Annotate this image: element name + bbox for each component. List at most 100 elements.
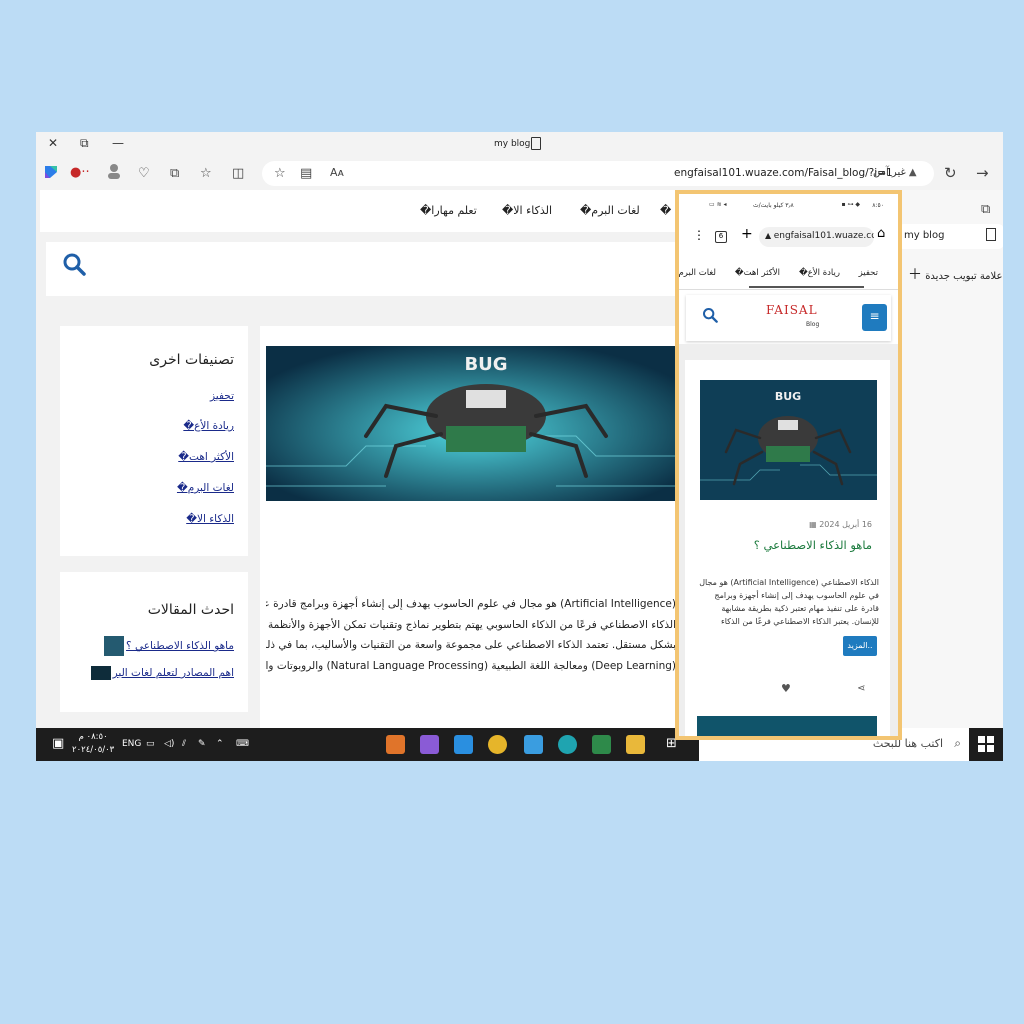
search-icon[interactable] — [62, 252, 86, 280]
recent-post-link[interactable]: اهم المصادر لتعلم لغات البر — [90, 666, 234, 680]
web-page: تعلم مهارا� الذكاء الا� لغات البرم� � تص… — [36, 190, 676, 730]
clock[interactable]: ٠٨:٥٠ م ٢٠٢٤/٠٥/٠٣ — [72, 731, 114, 757]
edge-icon[interactable] — [558, 735, 577, 754]
tab-my-blog[interactable]: my blog — [898, 224, 1003, 249]
phone-site-header: FAISAL Blog ≡ — [686, 295, 891, 341]
title-bar: ✕ ⧉ — my blog — [36, 132, 1003, 158]
main-article: BUG (Artificial Intelligence) هو مجال في… — [260, 326, 676, 730]
site-logo[interactable]: FAISAL — [766, 303, 818, 317]
heart-icon[interactable]: ♥ — [781, 682, 791, 695]
menu-icon[interactable]: ⋮ — [693, 228, 705, 242]
volume-icon[interactable]: ◁) — [164, 739, 174, 749]
tray-chevron-icon[interactable]: ⌃ — [216, 739, 224, 749]
start-icon[interactable] — [978, 736, 994, 756]
phone-image-bug-label: BUG — [775, 390, 801, 403]
plus-icon: ＋ — [908, 267, 922, 283]
category-link[interactable]: تحفيز — [210, 390, 234, 402]
article-body: (Artificial Intelligence) هو مجال في علو… — [266, 594, 676, 676]
nav-item-more[interactable]: � — [660, 204, 671, 217]
recent-post-link[interactable]: ماهو الذكاء الاصطناعي ؟ — [104, 636, 234, 656]
url-text[interactable]: engfaisal101.wuaze.com/Faisal_blog/?i=1 — [674, 167, 893, 179]
phone-url-bar: ⋮ 6 + ▲ engfaisal101.wuaze.com ⌂ — [679, 224, 898, 250]
article-line: بشكل مستقل. تعتمد الذكاء الاصطناعي على م… — [266, 639, 676, 651]
post-thumbnail — [104, 636, 125, 656]
browser-essentials-icon[interactable]: ♡ — [138, 166, 150, 181]
window-title: my blog — [494, 139, 531, 149]
search-icon[interactable] — [702, 307, 718, 327]
recent-posts-widget: احدث المقالات ماهو الذكاء الاصطناعي ؟ اه… — [60, 572, 248, 712]
phone-nav-item[interactable]: ريادة الأع� — [799, 268, 840, 278]
forward-icon[interactable]: → — [976, 164, 989, 182]
phone-address[interactable]: ▲ engfaisal101.wuaze.com — [759, 227, 874, 247]
post-date: 16 أبريل 2024 ▦ — [809, 520, 872, 529]
share-icon[interactable]: ⋖ — [857, 683, 865, 694]
pen-icon[interactable]: ✎ — [198, 739, 206, 749]
favorites-icon[interactable]: ☆ — [200, 166, 212, 181]
post-image[interactable]: BUG — [700, 380, 877, 500]
close-button[interactable]: ✕ — [48, 136, 58, 150]
copilot-icon[interactable] — [42, 163, 60, 185]
visual-studio-icon[interactable] — [420, 735, 439, 754]
collections-icon[interactable]: ⧉ — [170, 166, 179, 181]
status-icons: ▪ ⊶ ◆ — [841, 201, 861, 208]
plus-icon[interactable]: + — [741, 226, 753, 242]
phone-nav: تحفيز ريادة الأع� الأكثر اهت� لغات البرم… — [679, 256, 898, 290]
battery-icon[interactable]: ▭ — [146, 739, 155, 749]
categories-widget: تصنيفات اخرى تحفيز ريادة الأع� الأكثر اه… — [60, 326, 248, 556]
nav-item-ai[interactable]: الذكاء الا� — [502, 204, 552, 217]
category-link[interactable]: الذكاء الا� — [186, 513, 234, 525]
home-icon[interactable]: ⌂ — [877, 226, 885, 241]
phone-nav-item[interactable]: لغات البرم� — [679, 268, 716, 278]
address-bar[interactable]: ☆ ▤ Aᴀ engfaisal101.wuaze.com/Faisal_blo… — [262, 161, 934, 186]
xampp-icon[interactable] — [386, 735, 405, 754]
read-aloud-icon[interactable]: Aᴀ — [330, 166, 344, 179]
language-indicator[interactable]: ENG — [122, 739, 141, 749]
category-link[interactable]: الأكثر اهت� — [178, 451, 234, 463]
keyboard-icon[interactable]: ⌨ — [236, 739, 249, 749]
hamburger-menu-button[interactable]: ≡ — [862, 304, 887, 331]
phone-status-bar: ٨:٥٠ ٣٫٨ كيلو بايت/ث ▭ ≋ ◂ ▪ ⊶ ◆ — [679, 194, 898, 216]
extensions-icon[interactable]: ●·· — [70, 165, 90, 180]
browser-toolbar: ●·· ♡ ⧉ ☆ ◫ ☆ ▤ Aᴀ engfaisal101.wuaze.co… — [36, 158, 1003, 190]
file-explorer-icon[interactable] — [626, 735, 645, 754]
warning-icon: ▲ — [765, 231, 774, 240]
new-tab-button[interactable]: علامة تبويب جديدة ＋ — [908, 264, 1002, 284]
category-link[interactable]: ريادة الأع� — [183, 420, 234, 432]
phone-screenshot: ٨:٥٠ ٣٫٨ كيلو بايت/ث ▭ ≋ ◂ ▪ ⊶ ◆ ⋮ 6 + ▲… — [675, 190, 902, 740]
immersive-reader-icon[interactable]: ▤ — [300, 166, 312, 181]
page-icon — [986, 228, 996, 241]
post-title[interactable]: ماهو الذكاء الاصطناعي ؟ — [754, 538, 872, 552]
page-icon — [531, 137, 541, 150]
notifications-icon[interactable]: ▣ — [52, 736, 64, 751]
post-card: BUG 16 أبريل 2024 ▦ ماهو الذكاء الاصطناع… — [685, 360, 890, 736]
profile-avatar[interactable] — [106, 162, 122, 184]
store-icon[interactable] — [524, 735, 543, 754]
minimize-button[interactable]: — — [112, 136, 124, 150]
network-icon[interactable]: ⫽ — [182, 739, 186, 749]
category-link[interactable]: لغات البرم� — [177, 482, 234, 494]
read-more-button[interactable]: المزيد.. — [843, 636, 877, 656]
article-line: الذكاء الاصطناعي فرعًا من الذكاء الحاسوب… — [266, 618, 676, 631]
post-excerpt: الذكاء الاصطناعي (Artificial Intelligenc… — [699, 578, 879, 626]
add-favorite-icon[interactable]: ☆ — [274, 166, 286, 181]
nav-item-languages[interactable]: لغات البرم� — [580, 204, 640, 217]
paint-icon[interactable] — [592, 735, 611, 754]
search-strip — [46, 242, 676, 296]
refresh-icon[interactable]: ↻ — [944, 164, 957, 182]
categories-title: تصنيفات اخرى — [149, 352, 234, 368]
phone-content: BUG 16 أبريل 2024 ▦ ماهو الذكاء الاصطناع… — [679, 344, 898, 736]
nav-item-skills[interactable]: تعلم مهارا� — [420, 204, 477, 217]
insecure-label[interactable]: غير آمن ▲ — [873, 167, 917, 178]
image-bug-label: BUG — [464, 354, 507, 375]
split-screen-icon[interactable]: ◫ — [232, 166, 244, 181]
battery-icon: ▭ ≋ ◂ — [709, 201, 727, 208]
phone-nav-item[interactable]: تحفيز — [859, 268, 878, 278]
restore-button[interactable]: ⧉ — [80, 136, 89, 151]
chrome-icon[interactable] — [488, 735, 507, 754]
tab-actions-icon[interactable]: ⧉ — [981, 202, 990, 217]
vscode-icon[interactable] — [454, 735, 473, 754]
phone-nav-item[interactable]: الأكثر اهت� — [735, 268, 780, 278]
nav-indicator — [749, 286, 864, 288]
tab-count[interactable]: 6 — [715, 231, 727, 243]
calendar-icon: ▦ — [809, 520, 817, 529]
